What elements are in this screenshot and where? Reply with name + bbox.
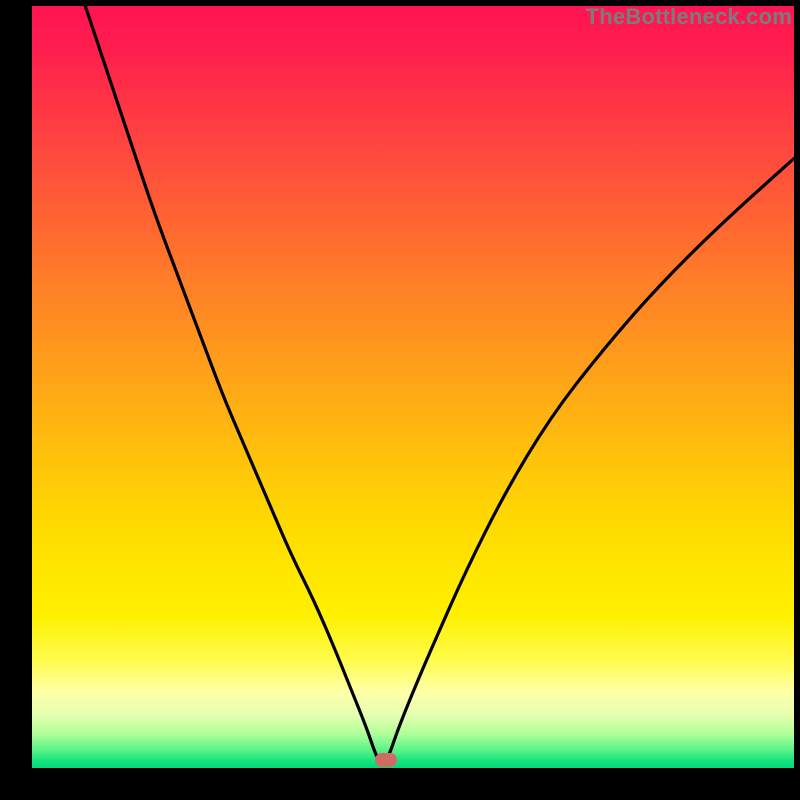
watermark-text: TheBottleneck.com [586,4,792,30]
chart-stage: TheBottleneck.com [0,0,800,800]
optimal-point-marker [375,753,397,767]
plot-area [32,6,794,768]
bottleneck-curve [32,6,794,768]
